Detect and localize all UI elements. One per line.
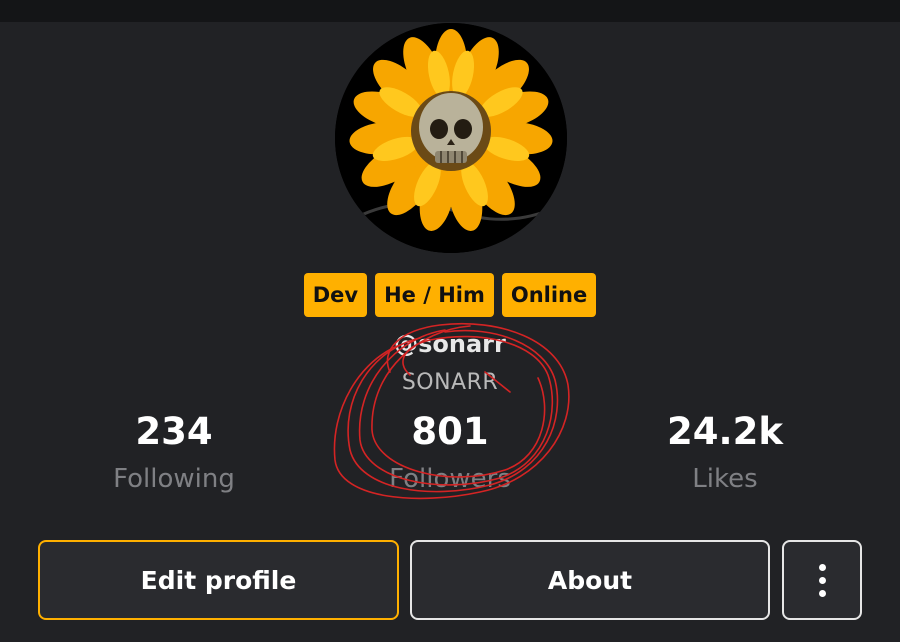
more-options-button[interactable] bbox=[782, 540, 862, 620]
profile-avatar[interactable] bbox=[335, 23, 567, 253]
stat-likes-value: 24.2k bbox=[667, 410, 783, 453]
stat-followers-value: 801 bbox=[411, 410, 489, 453]
about-button[interactable]: About bbox=[410, 540, 770, 620]
stat-likes-label: Likes bbox=[692, 464, 758, 494]
stat-following[interactable]: 234 Following bbox=[64, 410, 284, 494]
profile-badges: Dev He / Him Online bbox=[0, 273, 900, 317]
stat-following-value: 234 bbox=[135, 410, 213, 453]
stat-likes[interactable]: 24.2k Likes bbox=[615, 410, 835, 494]
stat-followers[interactable]: 801 Followers bbox=[340, 410, 560, 494]
vertical-ellipsis-icon bbox=[818, 563, 826, 597]
profile-handle: @sonarr bbox=[394, 330, 506, 358]
stat-following-label: Following bbox=[113, 464, 235, 494]
badge-dev: Dev bbox=[303, 273, 368, 317]
profile-display-name: SONARR bbox=[401, 370, 499, 395]
edit-profile-button[interactable]: Edit profile bbox=[38, 540, 399, 620]
top-bar bbox=[0, 0, 900, 22]
stat-followers-label: Followers bbox=[389, 464, 511, 494]
badge-status: Online bbox=[501, 273, 597, 317]
sunflower-skull-icon bbox=[335, 23, 567, 253]
badge-pronouns: He / Him bbox=[375, 273, 494, 317]
